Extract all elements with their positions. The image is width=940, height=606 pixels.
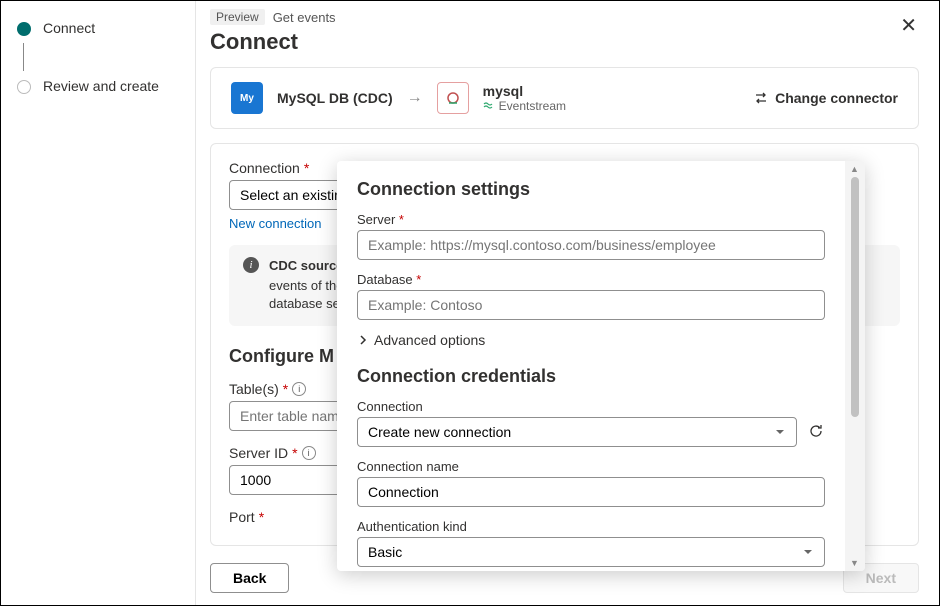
scroll-thumb[interactable]	[851, 177, 859, 417]
info-icon[interactable]: i	[302, 446, 316, 460]
page-title: Connect	[210, 29, 919, 55]
refresh-icon[interactable]	[807, 422, 825, 443]
scroll-down-icon[interactable]: ▼	[850, 558, 859, 568]
database-field-label: Database *	[357, 272, 825, 287]
breadcrumb: Preview Get events	[210, 9, 919, 25]
connection-name-input[interactable]	[357, 477, 825, 507]
database-input[interactable]	[357, 290, 825, 320]
connection-settings-popover: Connection settings Server * Database * …	[337, 161, 865, 571]
step-label: Review and create	[43, 77, 159, 95]
step-connect[interactable]: Connect	[11, 13, 185, 43]
breadcrumb-text: Get events	[273, 10, 336, 25]
source-connector-name: MySQL DB (CDC)	[277, 90, 393, 106]
step-bullet-icon	[17, 80, 31, 94]
step-review-create[interactable]: Review and create	[11, 71, 185, 101]
mysql-icon: My	[231, 82, 263, 114]
info-icon: i	[243, 257, 259, 273]
dest-connector-name: mysql	[483, 83, 566, 99]
popover-creds-title: Connection credentials	[357, 366, 825, 387]
swap-icon	[753, 90, 769, 106]
chevron-right-icon	[357, 334, 369, 346]
auth-kind-dropdown[interactable]: Basic	[357, 537, 825, 567]
auth-kind-label: Authentication kind	[357, 519, 825, 534]
wizard-sidebar: Connect Review and create	[1, 1, 196, 605]
step-label: Connect	[43, 19, 95, 37]
arrow-right-icon: →	[407, 89, 423, 107]
popover-connection-label: Connection	[357, 399, 825, 414]
server-input[interactable]	[357, 230, 825, 260]
advanced-options-toggle[interactable]: Advanced options	[357, 332, 825, 348]
stream-icon	[483, 100, 495, 112]
connection-dropdown[interactable]: Create new connection	[357, 417, 797, 447]
popover-scrollbar[interactable]: ▲ ▼	[845, 161, 865, 571]
connection-name-label: Connection name	[357, 459, 825, 474]
change-connector-button[interactable]: Change connector	[753, 90, 898, 106]
dest-connector-sub: Eventstream	[483, 99, 566, 113]
step-bullet-icon	[17, 22, 31, 36]
new-connection-link[interactable]: New connection	[229, 216, 322, 231]
server-field-label: Server *	[357, 212, 825, 227]
preview-badge: Preview	[210, 9, 265, 25]
close-icon[interactable]: ✕	[900, 13, 917, 38]
info-icon[interactable]: i	[292, 382, 306, 396]
step-connector-line	[23, 43, 24, 71]
popover-settings-title: Connection settings	[357, 179, 825, 200]
eventstream-icon	[437, 82, 469, 114]
connector-summary-card: My MySQL DB (CDC) → mysql Eventstream Ch…	[210, 67, 919, 129]
scroll-up-icon[interactable]: ▲	[850, 164, 859, 174]
back-button[interactable]: Back	[210, 563, 289, 593]
